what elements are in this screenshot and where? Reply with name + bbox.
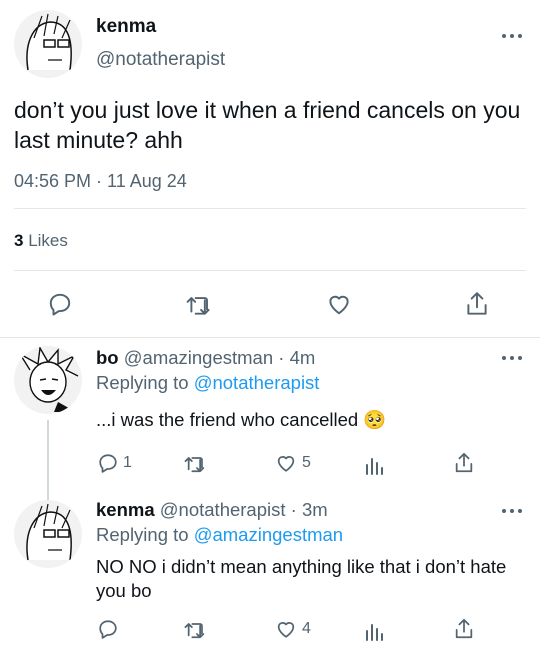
avatar[interactable] [14, 500, 82, 568]
like-count: 5 [302, 454, 311, 471]
like-icon[interactable]: 5 [274, 452, 311, 474]
avatar[interactable] [14, 10, 82, 78]
reply-text: NO NO i didn’t mean anything like that i… [96, 556, 507, 601]
reply-header: bo @amazingestman · 4m [96, 347, 315, 369]
reply-header: kenma @notatherapist · 3m [96, 499, 328, 521]
share-icon[interactable] [453, 617, 475, 641]
author-handle-time[interactable]: @amazingestman · 4m [124, 347, 316, 368]
more-icon[interactable] [502, 30, 522, 42]
divider [14, 270, 526, 271]
tweet-text: don’t you just love it when a friend can… [14, 97, 521, 153]
divider [14, 208, 526, 209]
replying-to-link[interactable]: @notatherapist [194, 372, 320, 393]
likes-label: Likes [28, 231, 68, 250]
reply-icon[interactable] [97, 618, 123, 640]
thread-line [47, 420, 49, 502]
more-icon[interactable] [502, 505, 522, 517]
replying-to: Replying to @amazingestman [96, 524, 343, 546]
like-count: 4 [302, 620, 311, 637]
more-icon[interactable] [502, 352, 522, 364]
author-name[interactable]: bo [96, 347, 119, 368]
author-handle[interactable]: @notatherapist [96, 49, 225, 71]
like-icon[interactable]: 4 [274, 618, 311, 640]
replying-to: Replying to @notatherapist [96, 372, 319, 394]
reply-icon[interactable] [47, 291, 73, 317]
reply-text: ...i was the friend who cancelled 🥺 [96, 409, 387, 430]
replying-to-link[interactable]: @amazingestman [194, 524, 343, 545]
like-icon[interactable] [325, 291, 353, 317]
share-icon[interactable] [464, 290, 490, 318]
retweet-icon[interactable] [186, 291, 214, 317]
reply-icon[interactable]: 1 [97, 452, 132, 474]
author-name[interactable]: kenma [96, 499, 155, 520]
replying-to-label: Replying to [96, 372, 189, 393]
views-icon[interactable] [364, 619, 384, 641]
author-name[interactable]: kenma [96, 16, 156, 38]
avatar[interactable] [14, 346, 82, 414]
retweet-icon[interactable] [184, 452, 212, 474]
divider [0, 337, 540, 338]
retweet-icon[interactable] [184, 618, 212, 640]
likes-stat[interactable]: 3 Likes [14, 231, 68, 251]
reply-count: 1 [123, 454, 132, 471]
share-icon[interactable] [453, 451, 475, 475]
likes-count: 3 [14, 231, 24, 250]
author-handle-time[interactable]: @notatherapist · 3m [160, 499, 328, 520]
tweet-timestamp[interactable]: 04:56 PM · 11 Aug 24 [14, 171, 187, 192]
views-icon[interactable] [364, 453, 384, 475]
replying-to-label: Replying to [96, 524, 189, 545]
